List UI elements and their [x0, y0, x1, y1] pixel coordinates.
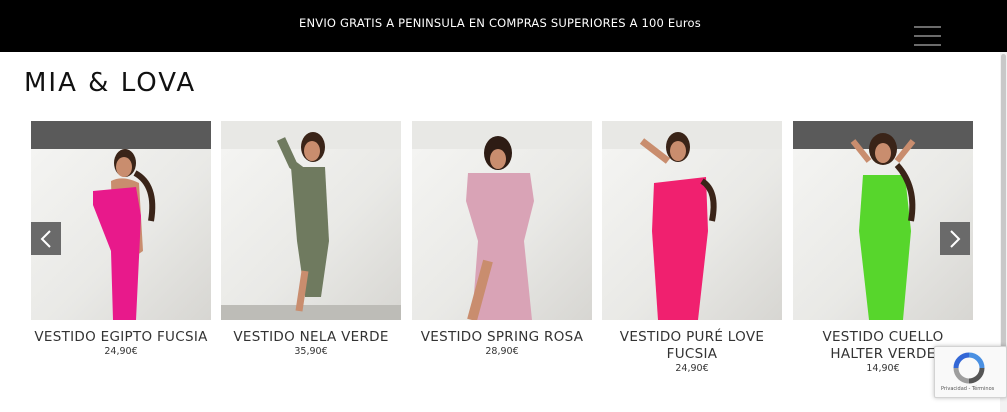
- menu-line: [914, 26, 941, 28]
- product-name[interactable]: VESTIDO EGIPTO FUCSIA: [31, 329, 211, 346]
- menu-icon[interactable]: [914, 26, 941, 46]
- product-photo[interactable]: [602, 121, 782, 320]
- chevron-right-icon: [950, 229, 961, 248]
- recaptcha-badge[interactable]: Privacidad - Términos: [934, 346, 1007, 398]
- product-name[interactable]: VESTIDO NELA VERDE: [221, 329, 401, 346]
- product-name[interactable]: VESTIDO SPRING ROSA: [412, 329, 592, 346]
- announcement-text: ENVIO GRATIS A PENINSULA EN COMPRAS SUPE…: [298, 16, 701, 30]
- recaptcha-logo-icon: [953, 352, 985, 384]
- product-price: 24,90€: [104, 346, 138, 357]
- product-price: 35,90€: [294, 346, 328, 357]
- carousel-next-button[interactable]: [940, 222, 970, 255]
- product-photo[interactable]: [412, 121, 592, 320]
- recaptcha-links[interactable]: Privacidad - Términos: [941, 386, 994, 392]
- chevron-left-icon: [40, 229, 51, 248]
- site-logo[interactable]: MIA & LOVA: [24, 68, 196, 98]
- menu-line: [914, 35, 941, 37]
- product-carousel: VESTIDO EGIPTO FUCSIA 24,90€ VESTIDO NEL…: [0, 121, 1000, 381]
- product-photo[interactable]: [31, 121, 211, 320]
- product-card[interactable]: VESTIDO PURÉ LOVE FUCSIA 24,90€: [602, 121, 782, 375]
- product-photo[interactable]: [221, 121, 401, 320]
- product-price: 24,90€: [675, 363, 709, 374]
- product-name[interactable]: VESTIDO PURÉ LOVE FUCSIA: [602, 329, 782, 363]
- product-card[interactable]: VESTIDO NELA VERDE 35,90€: [221, 121, 401, 358]
- carousel-prev-button[interactable]: [31, 222, 61, 255]
- product-photo[interactable]: [793, 121, 973, 320]
- product-price: 28,90€: [485, 346, 519, 357]
- announcement-bar: ENVIO GRATIS A PENINSULA EN COMPRAS SUPE…: [0, 0, 1007, 52]
- product-card[interactable]: VESTIDO SPRING ROSA 28,90€: [412, 121, 592, 358]
- scrollbar-thumb[interactable]: [1001, 54, 1006, 394]
- menu-line: [914, 44, 941, 46]
